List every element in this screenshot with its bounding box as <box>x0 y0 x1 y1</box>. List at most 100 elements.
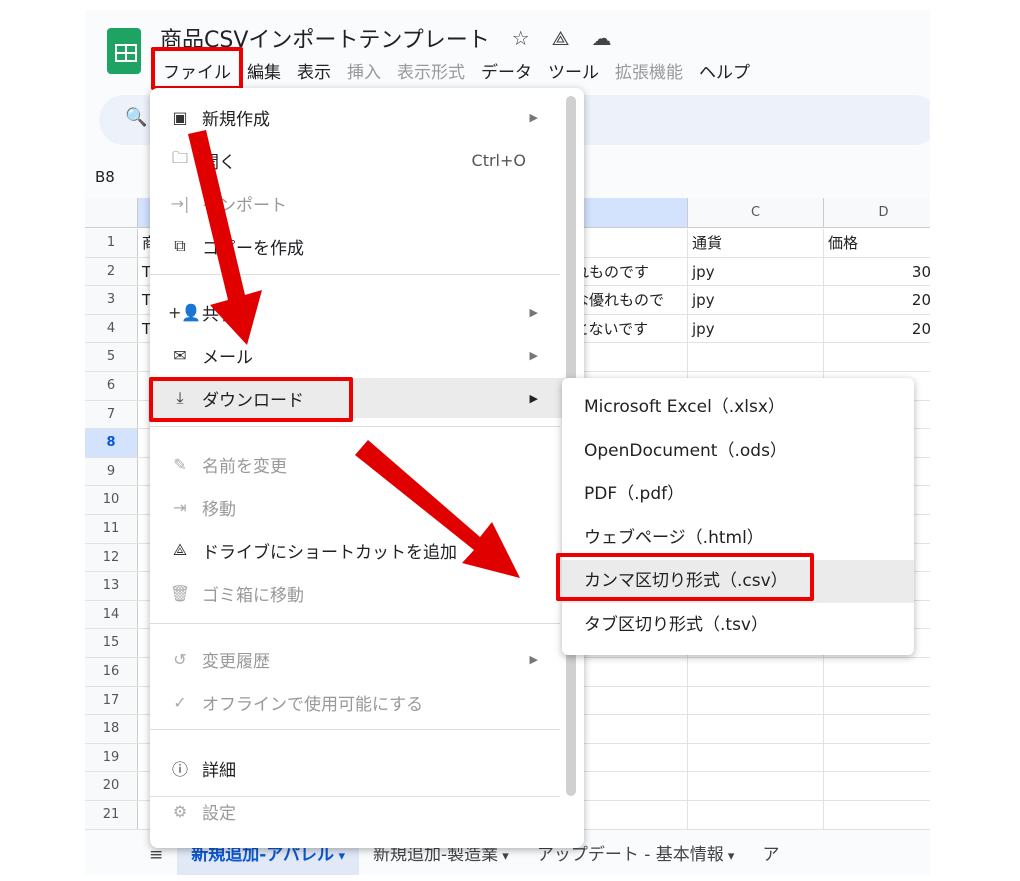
file-menu-item[interactable]: ⟁ ドライブにショートカットを追加 <box>150 530 568 570</box>
file-menu-item[interactable]: ✎ 名前を変更 <box>150 444 568 484</box>
cell-c[interactable] <box>688 686 824 715</box>
row-number[interactable]: 12 <box>85 543 138 572</box>
row-number[interactable]: 16 <box>85 658 138 686</box>
cell-c[interactable] <box>688 715 824 743</box>
menu-item-label: 共有 <box>202 304 236 325</box>
cell-c[interactable]: jpy <box>688 314 824 343</box>
menu-item-label: 開く <box>202 152 236 173</box>
row-number[interactable]: 19 <box>85 743 138 772</box>
cell-b[interactable] <box>570 743 688 772</box>
row-number[interactable]: 21 <box>85 801 138 829</box>
row-number[interactable]: 10 <box>85 486 138 514</box>
search-icon[interactable]: 🔍 <box>125 107 147 128</box>
row-number[interactable]: 14 <box>85 600 138 629</box>
menu-item-icon: ▣ <box>172 107 188 127</box>
menu-7[interactable]: 拡張機能 <box>607 58 691 83</box>
cell-d[interactable] <box>824 772 930 800</box>
move-to-drive-icon[interactable]: ⟁ <box>552 26 570 50</box>
cell-c[interactable] <box>688 801 824 829</box>
cell-d[interactable] <box>824 715 930 743</box>
row-number[interactable]: 9 <box>85 457 138 486</box>
row-number[interactable]: 17 <box>85 686 138 715</box>
sheet-tab-label: 新規追加-アパレル <box>191 845 334 865</box>
annotation-box-csv <box>556 553 814 601</box>
cell-d[interactable]: 30 <box>824 258 930 286</box>
cell-c[interactable] <box>688 658 824 686</box>
cell-c[interactable] <box>688 772 824 800</box>
menu-6[interactable]: ツール <box>540 58 607 83</box>
menu-item-icon: ✉ <box>173 345 187 365</box>
cell-d[interactable] <box>824 744 930 772</box>
file-menu-item[interactable]: ⧉ コピーを作成 <box>150 226 568 266</box>
file-menu-item[interactable]: ↺ 変更履歴 ▶ <box>150 639 568 679</box>
column-header-c[interactable]: C <box>688 198 824 228</box>
cell-b[interactable] <box>570 343 688 371</box>
cell-d[interactable] <box>824 343 930 371</box>
cell-d[interactable] <box>824 801 930 829</box>
file-menu-item[interactable]: 🗀 開く Ctrl+O <box>150 140 568 180</box>
menu-item-icon: →| <box>170 193 190 213</box>
sheets-logo-icon[interactable] <box>107 28 141 74</box>
row-number[interactable]: 18 <box>85 715 138 743</box>
menu-2[interactable]: 表示 <box>289 58 339 83</box>
cloud-status-icon[interactable]: ☁ <box>592 26 612 50</box>
cell-b[interactable] <box>570 772 688 800</box>
download-option[interactable]: PDF（.pdf） <box>562 473 914 516</box>
shortcut-label: Ctrl+O <box>471 150 526 170</box>
cell-b[interactable]: な優れもので <box>570 286 688 314</box>
row-number[interactable]: 5 <box>85 343 138 371</box>
cell-c[interactable]: jpy <box>688 257 824 286</box>
menu-1[interactable]: 編集 <box>239 58 289 83</box>
file-menu-item[interactable]: ✓ オフラインで使用可能にする <box>150 682 568 722</box>
download-option[interactable]: Microsoft Excel（.xlsx） <box>562 386 914 429</box>
row-number[interactable]: 15 <box>85 629 138 657</box>
row-number[interactable]: 3 <box>85 286 138 314</box>
name-box[interactable]: B8 <box>95 168 115 186</box>
select-all-corner[interactable] <box>85 198 138 228</box>
cell-c[interactable]: 通貨 <box>688 229 824 257</box>
row-number[interactable]: 7 <box>85 400 138 429</box>
file-menu-item[interactable]: ⓘ 詳細 <box>150 748 568 788</box>
row-number[interactable]: 6 <box>85 372 138 400</box>
cell-b[interactable] <box>570 715 688 743</box>
row-number[interactable]: 2 <box>85 257 138 286</box>
cell-d[interactable]: 20 <box>824 286 930 314</box>
menu-item-icon: ⇥ <box>173 497 187 517</box>
row-number[interactable]: 20 <box>85 772 138 800</box>
cell-b[interactable]: とないです <box>570 314 688 343</box>
cell-d[interactable]: 価格 <box>824 229 930 257</box>
sheet-tab[interactable]: ア <box>748 836 793 875</box>
row-number[interactable]: 8 <box>85 429 138 457</box>
star-icon[interactable]: ☆ <box>512 26 530 50</box>
file-menu-item[interactable]: ▣ 新規作成 ▶ <box>150 97 568 137</box>
file-menu-item[interactable]: ⇥ 移動 <box>150 487 568 527</box>
cell-c[interactable] <box>688 743 824 772</box>
file-menu-item[interactable]: ⚙ 設定 <box>150 791 568 831</box>
row-number[interactable]: 11 <box>85 515 138 543</box>
file-menu-item[interactable]: 🗑 ゴミ箱に移動 <box>150 573 568 613</box>
cell-c[interactable]: jpy <box>688 286 824 314</box>
menu-4[interactable]: 表示形式 <box>389 58 473 83</box>
cell-b[interactable] <box>570 801 688 829</box>
file-menu-item[interactable]: ✉ メール ▶ <box>150 335 568 375</box>
cell-d[interactable] <box>824 658 930 686</box>
cell-b[interactable] <box>570 658 688 686</box>
cell-d[interactable]: 20 <box>824 315 930 343</box>
column-header-d[interactable]: D <box>824 198 930 228</box>
cell-c[interactable] <box>688 343 824 371</box>
download-option[interactable]: タブ区切り形式（.tsv） <box>562 604 914 647</box>
download-option[interactable]: OpenDocument（.ods） <box>562 430 914 473</box>
row-number[interactable]: 1 <box>85 229 138 257</box>
cell-b[interactable] <box>570 229 688 257</box>
menu-3[interactable]: 挿入 <box>339 58 389 83</box>
cell-b[interactable] <box>570 686 688 715</box>
cell-b[interactable]: れものです <box>570 257 688 286</box>
file-menu-item[interactable]: →| インポート <box>150 183 568 223</box>
menu-8[interactable]: ヘルプ <box>691 58 758 83</box>
cell-d[interactable] <box>824 687 930 715</box>
menu-item-icon: ⧉ <box>174 236 186 255</box>
row-number[interactable]: 13 <box>85 572 138 600</box>
row-number[interactable]: 4 <box>85 314 138 343</box>
menu-5[interactable]: データ <box>473 58 540 83</box>
file-menu-item[interactable]: +👤 共有 ▶ <box>150 292 568 332</box>
